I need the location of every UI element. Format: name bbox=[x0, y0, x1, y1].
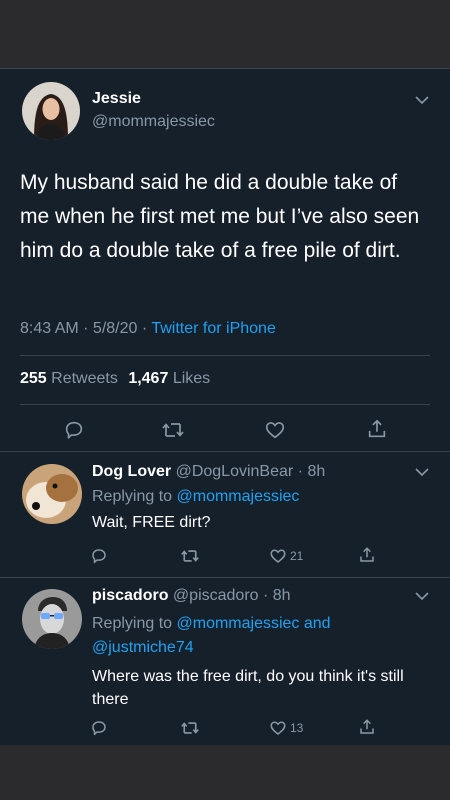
main-tweet-text: My husband said he did a double take of … bbox=[20, 171, 420, 262]
reply-1-replying-handle[interactable]: @mommajessiec bbox=[177, 488, 300, 505]
like-icon[interactable] bbox=[269, 547, 287, 565]
reply-2-like-count: 13 bbox=[290, 721, 304, 735]
reply-2-text: Where was the free dirt, do you think it… bbox=[92, 668, 404, 708]
main-tweet-bottom-divider bbox=[0, 451, 450, 452]
share-icon[interactable] bbox=[358, 718, 376, 736]
reply-icon[interactable] bbox=[90, 547, 108, 565]
reply-1-replying-prefix: Replying to bbox=[92, 488, 177, 505]
reply-2-handle-time[interactable]: @piscadoro · 8h bbox=[173, 587, 291, 604]
stats-divider bbox=[20, 404, 430, 405]
likes-stat[interactable]: 1,467 Likes bbox=[128, 370, 210, 387]
retweet-icon[interactable] bbox=[161, 419, 185, 441]
reply-2-replying-to: Replying to @mommajessiec and @justmiche… bbox=[92, 612, 392, 660]
reply-icon[interactable] bbox=[90, 719, 108, 737]
reply-1-display-name[interactable]: Dog Lover bbox=[92, 463, 171, 480]
chevron-down-icon[interactable] bbox=[414, 95, 430, 105]
tweet-thread-screen: Jessie @mommajessiec My husband said he … bbox=[0, 68, 450, 745]
reply-icon[interactable] bbox=[63, 419, 85, 441]
top-divider bbox=[0, 68, 450, 69]
piscadoro-avatar[interactable] bbox=[22, 589, 82, 649]
reply-2-header: piscadoro @piscadoro · 8h bbox=[92, 587, 291, 605]
likes-label: Likes bbox=[172, 370, 211, 387]
like-icon[interactable] bbox=[269, 719, 287, 737]
main-tweet-source[interactable]: Twitter for iPhone bbox=[151, 320, 276, 337]
share-icon[interactable] bbox=[358, 546, 376, 564]
retweet-icon[interactable] bbox=[180, 547, 200, 565]
reply-2-replying-prefix: Replying to bbox=[92, 615, 177, 632]
likes-count: 1,467 bbox=[128, 370, 169, 387]
jessie-avatar[interactable] bbox=[22, 82, 80, 140]
dog-lover-avatar[interactable] bbox=[22, 464, 82, 524]
reply-1-text: Wait, FREE dirt? bbox=[92, 514, 211, 531]
retweets-count: 255 bbox=[20, 370, 47, 387]
retweets-label: Retweets bbox=[51, 370, 118, 387]
reply-1-like-count: 21 bbox=[290, 549, 304, 563]
like-icon[interactable] bbox=[264, 419, 286, 441]
meta-divider bbox=[20, 355, 430, 356]
reply-1-divider bbox=[0, 577, 450, 578]
main-tweet-timestamp[interactable]: 8:43 AM · 5/8/20 · bbox=[20, 320, 151, 337]
engagement-stats: 255 Retweets 1,467 Likes bbox=[20, 370, 210, 388]
reply-1-replying-to: Replying to @mommajessiec bbox=[92, 488, 299, 506]
reply-2-display-name[interactable]: piscadoro bbox=[92, 587, 168, 604]
retweets-stat[interactable]: 255 Retweets bbox=[20, 370, 118, 387]
chevron-down-icon[interactable] bbox=[414, 467, 430, 477]
retweet-icon[interactable] bbox=[180, 719, 200, 737]
reply-1-handle-time[interactable]: @DogLovinBear · 8h bbox=[176, 463, 326, 480]
main-tweet-handle[interactable]: @mommajessiec bbox=[92, 113, 215, 131]
share-icon[interactable] bbox=[366, 418, 388, 440]
reply-1-header: Dog Lover @DogLovinBear · 8h bbox=[92, 463, 325, 481]
chevron-down-icon[interactable] bbox=[414, 591, 430, 601]
main-tweet-meta: 8:43 AM · 5/8/20 · Twitter for iPhone bbox=[20, 320, 276, 338]
main-tweet-display-name[interactable]: Jessie bbox=[92, 90, 141, 108]
